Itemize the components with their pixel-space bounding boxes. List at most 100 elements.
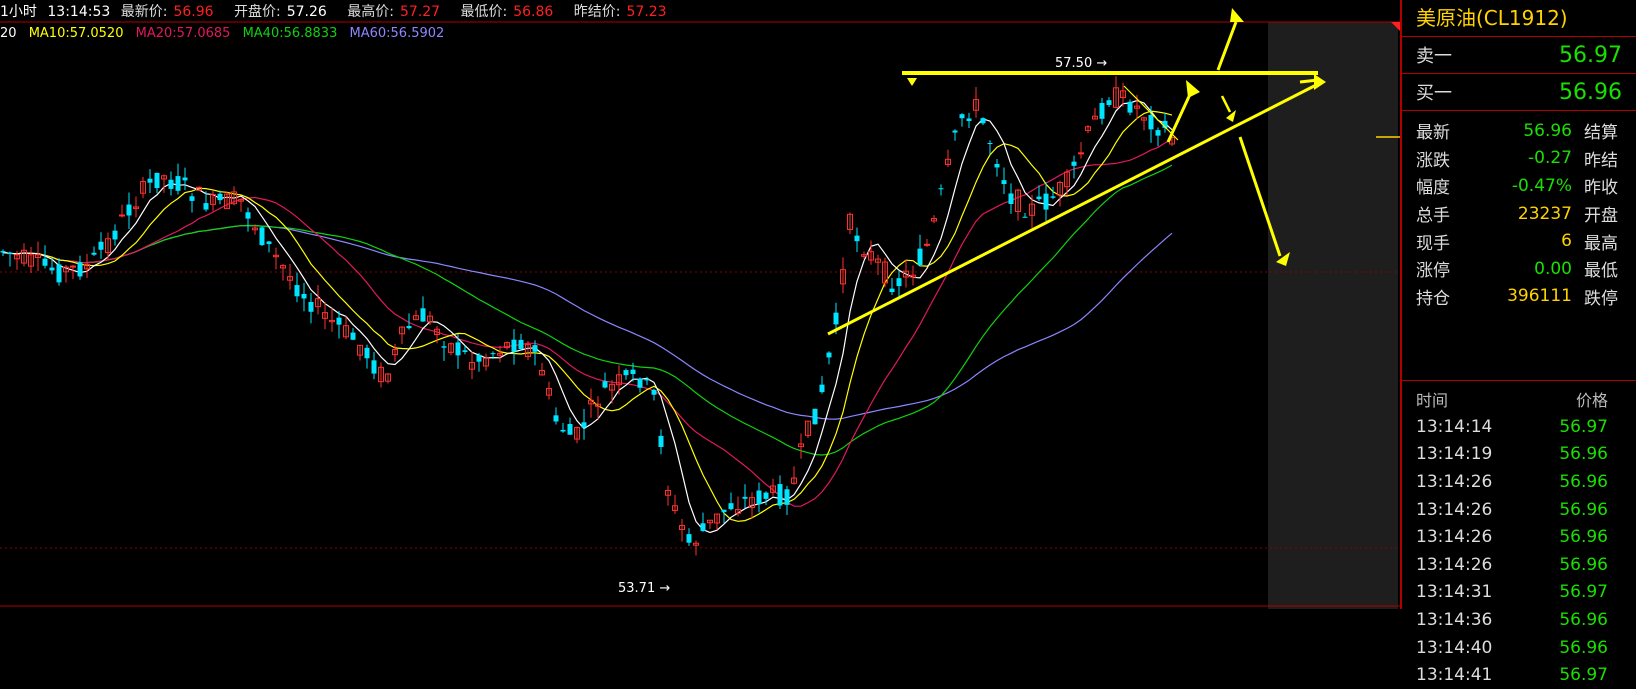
candle-body <box>476 354 482 362</box>
ma10-value: MA10:57.0520 <box>28 26 124 41</box>
candle-body <box>1071 161 1077 166</box>
tick-price: 56.96 <box>1559 444 1608 465</box>
candle-body <box>1148 114 1154 130</box>
stat-key2: 最高 <box>1584 233 1618 254</box>
candle-body <box>259 227 265 246</box>
candle-body <box>0 250 6 253</box>
candle-body <box>77 262 83 277</box>
stat-row: 最新 56.96 结算 <box>1402 117 1636 145</box>
candle-body <box>602 381 608 388</box>
candle-body <box>112 230 118 240</box>
candle-body <box>7 252 13 255</box>
candle-body <box>938 188 944 190</box>
bid-label: 买一 <box>1416 83 1452 104</box>
period-label[interactable]: 1小时 <box>0 4 37 20</box>
candle-body <box>182 177 188 181</box>
candle-body <box>406 326 412 329</box>
candle-body <box>581 422 587 428</box>
candle-body <box>1008 193 1014 204</box>
candle-body <box>1022 216 1028 218</box>
candle-body <box>462 350 468 352</box>
stat-key2: 昨收 <box>1584 178 1618 199</box>
stat-key: 幅度 <box>1416 178 1450 199</box>
candlestick-chart[interactable]: 57.50 → 53.71 → <box>0 0 1400 609</box>
low-price-value: 56.86 <box>513 4 554 20</box>
candle-body <box>245 212 251 219</box>
candle-body <box>959 114 965 119</box>
tick-time: 13:14:26 <box>1416 471 1493 492</box>
candle-body <box>301 293 307 299</box>
candle-body <box>889 288 895 293</box>
stat-value: 56.96 <box>1523 120 1572 141</box>
candle-body <box>1099 103 1105 119</box>
tick-row: 13:14:36 56.96 <box>1402 606 1636 634</box>
candle-body <box>756 490 762 505</box>
candle-body <box>1155 130 1161 136</box>
candle-body <box>553 415 559 422</box>
candle-body <box>1127 101 1133 113</box>
candle-body <box>833 312 839 325</box>
tick-list[interactable]: 时间 价格 13:14:14 56.97 13:14:19 56.96 13:14:… <box>1402 381 1636 689</box>
candle-body <box>854 235 860 242</box>
candle-body <box>721 509 727 513</box>
candle-body <box>623 370 629 376</box>
tick-time: 13:14:26 <box>1416 499 1493 520</box>
stat-key2: 开盘 <box>1584 206 1618 227</box>
stat-value: 0.00 <box>1534 258 1572 279</box>
stat-value: -0.27 <box>1528 148 1572 169</box>
tick-time: 13:14:41 <box>1416 665 1493 686</box>
arrow-up-head <box>1186 80 1200 98</box>
candle-body <box>49 267 55 271</box>
stat-value: 23237 <box>1517 203 1572 224</box>
low-price-label-hdr: 最低价: <box>460 4 508 20</box>
ma-legend: 20 MA10:57.0520 MA20:57.0685 MA40:56.883… <box>0 24 452 44</box>
high-price-label: 57.50 → <box>1055 56 1107 71</box>
stat-row: 总手 23237 开盘 <box>1402 200 1636 228</box>
low-price-label: 53.71 → <box>618 581 670 596</box>
stat-key: 最新 <box>1416 123 1450 144</box>
candle-body <box>70 265 76 268</box>
candle-body <box>644 379 650 381</box>
candle-body <box>350 332 356 340</box>
candle-body <box>126 204 132 216</box>
candle-body <box>147 178 153 183</box>
header-time: 13:14:53 <box>47 4 111 20</box>
tick-header: 时间 价格 <box>1402 385 1636 413</box>
stats-panel: 最新 56.96 结算 涨跌 -0.27 昨结 幅度 -0.47% 昨收 总手 23237 开盘… <box>1402 111 1636 381</box>
candle-body <box>819 384 825 393</box>
candle-body <box>1043 193 1049 210</box>
tick-row: 13:14:26 56.96 <box>1402 523 1636 551</box>
quote-sidebar: 美原油(CL1912) 卖一 56.97 买一 56.96 最新 56.96 结算 … <box>1400 0 1636 685</box>
tick-price: 56.96 <box>1559 609 1608 630</box>
stat-row: 现手 6 最高 <box>1402 227 1636 255</box>
ask-price: 56.97 <box>1559 42 1622 68</box>
stat-key: 涨停 <box>1416 261 1450 282</box>
stat-value: -0.47% <box>1511 175 1572 196</box>
bid-row: 买一 56.96 <box>1402 74 1636 111</box>
candle-body <box>812 408 818 425</box>
candle-body <box>490 353 496 355</box>
candle-body <box>980 118 986 124</box>
tick-price: 56.97 <box>1559 416 1608 437</box>
candle-body <box>987 143 993 145</box>
tick-time: 13:14:19 <box>1416 444 1493 465</box>
candle-body <box>924 243 930 246</box>
instrument-title[interactable]: 美原油(CL1912) <box>1402 0 1636 37</box>
tick-time: 13:14:36 <box>1416 609 1493 630</box>
candle-body <box>91 252 97 255</box>
candle-body <box>994 163 1000 168</box>
tick-row: 13:14:14 56.97 <box>1402 413 1636 441</box>
triangle-marker <box>907 78 917 86</box>
candle-body <box>777 484 783 506</box>
tick-row: 13:14:26 56.96 <box>1402 551 1636 579</box>
prev-settle-label: 昨结价: <box>573 4 621 20</box>
candle-body <box>952 130 958 133</box>
candle-body <box>630 369 636 375</box>
candle-body <box>266 241 272 245</box>
tick-price: 56.96 <box>1559 527 1608 548</box>
high-price-value: 57.27 <box>399 4 441 20</box>
candle-body <box>784 489 790 505</box>
support-trendline <box>827 80 1323 336</box>
candle-body <box>742 496 748 499</box>
ma20-line <box>2 139 1173 507</box>
